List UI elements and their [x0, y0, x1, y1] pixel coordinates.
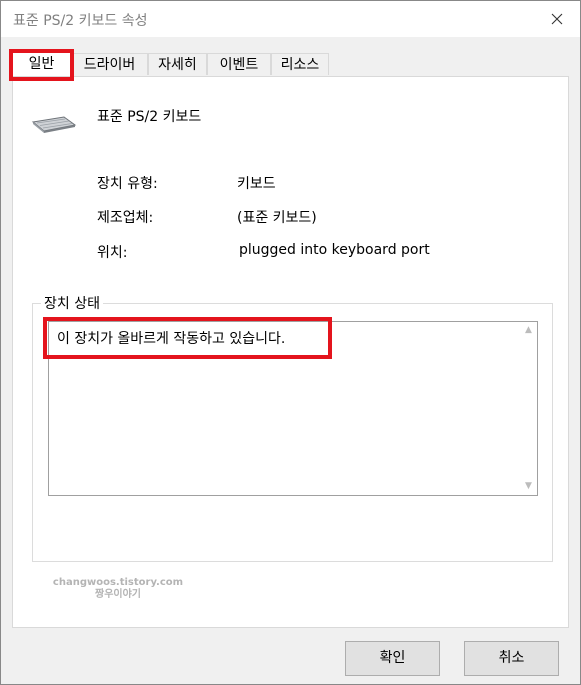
location-label: 위치:	[97, 245, 128, 261]
tab-driver[interactable]: 드라이버	[71, 53, 148, 75]
device-status-group: 장치 상태 이 장치가 올바르게 작동하고 있습니다. ▲ ▼	[32, 293, 553, 562]
watermark-url: changwoos.tistory.com	[52, 577, 184, 588]
manufacturer-value: (표준 키보드)	[237, 210, 317, 226]
scroll-down-icon[interactable]: ▼	[520, 478, 537, 495]
keyboard-icon	[31, 116, 77, 133]
device-status-textbox[interactable]: 이 장치가 올바르게 작동하고 있습니다. ▲ ▼	[48, 321, 538, 496]
tab-events[interactable]: 이벤트	[207, 53, 271, 75]
general-panel: 표준 PS/2 키보드 장치 유형: 키보드 제조업체: (표준 키보드) 위치…	[12, 76, 569, 628]
scroll-up-icon[interactable]: ▲	[520, 322, 537, 339]
status-scrollbar[interactable]: ▲ ▼	[520, 322, 537, 495]
watermark-blog-name: 짱우이야기	[95, 589, 141, 600]
window-title: 표준 PS/2 키보드 속성	[13, 13, 148, 29]
device-status-text: 이 장치가 올바르게 작동하고 있습니다.	[57, 331, 286, 347]
device-type-value: 키보드	[237, 176, 276, 192]
title-bar: 표준 PS/2 키보드 속성	[1, 1, 580, 37]
close-icon	[551, 13, 563, 25]
device-name: 표준 PS/2 키보드	[97, 109, 202, 125]
tab-resources[interactable]: 리소스	[271, 53, 329, 75]
device-status-title: 장치 상태	[41, 293, 103, 313]
location-value: plugged into keyboard port	[239, 242, 430, 258]
cancel-button[interactable]: 취소	[464, 641, 559, 676]
watermark: changwoos.tistory.com 짱우이야기	[43, 577, 193, 601]
properties-dialog: 표준 PS/2 키보드 속성 일반 드라이버 자세히 이벤트 리소스 표준 PS…	[0, 0, 581, 685]
manufacturer-label: 제조업체:	[97, 210, 154, 226]
tab-details[interactable]: 자세히	[148, 53, 207, 75]
close-button[interactable]	[534, 1, 580, 37]
tab-general[interactable]: 일반	[12, 52, 71, 76]
device-type-label: 장치 유형:	[97, 176, 158, 192]
ok-button[interactable]: 확인	[345, 641, 440, 676]
